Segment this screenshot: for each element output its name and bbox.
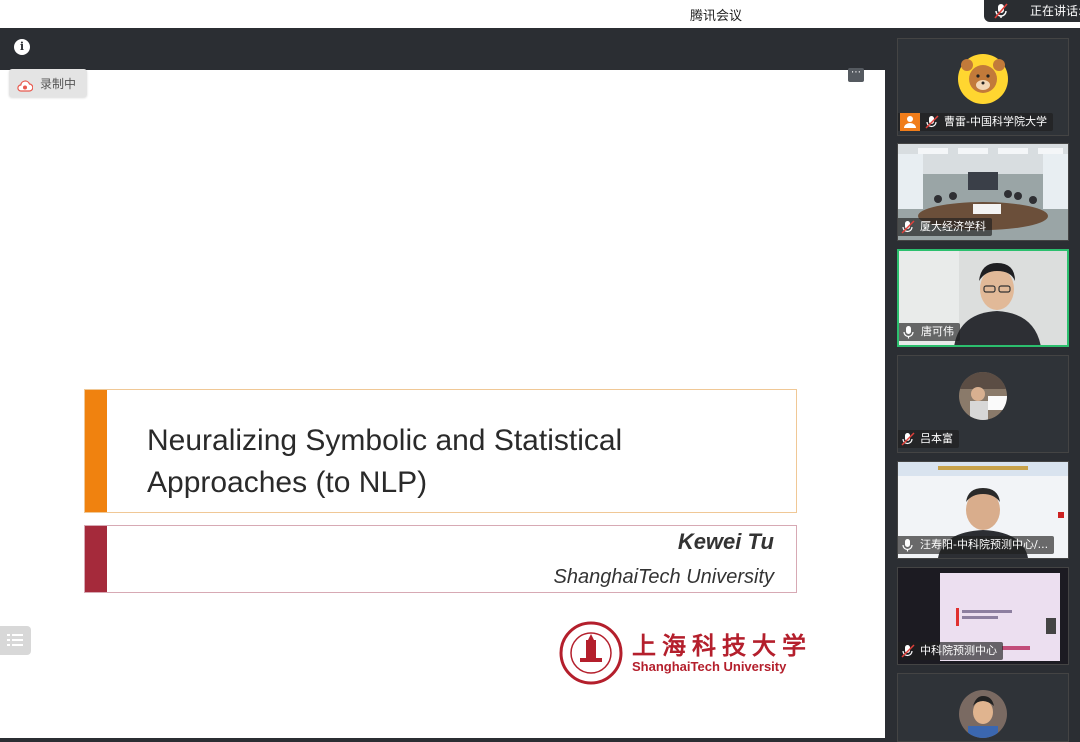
participant-namebar: 厦大经济学科 <box>898 218 992 236</box>
title-bar: 腾讯会议 正在讲话: <box>0 0 1080 28</box>
logo-english-name: ShanghaiTech University <box>632 659 787 674</box>
participant-name: 吕本富 <box>920 432 953 445</box>
more-options-button[interactable]: ⋯ <box>848 68 864 82</box>
participant-tile[interactable]: 曹雷-中国科学院大学 <box>897 38 1069 136</box>
participant-namebar: 中科院预测中心 <box>898 642 1003 660</box>
slide-title: Neuralizing Symbolic and Statistical App… <box>147 420 747 504</box>
recording-label: 录制中 <box>40 77 77 91</box>
participant-namebar: 吕本富 <box>898 430 959 448</box>
muted-mic-icon <box>925 115 939 129</box>
participant-tile[interactable] <box>897 673 1069 742</box>
slide-title-box: Neuralizing Symbolic and Statistical App… <box>84 389 797 513</box>
participant-name: 中科院预测中心 <box>920 644 997 657</box>
app-title: 腾讯会议 <box>690 9 743 24</box>
slide-author: Kewei Tu <box>677 529 774 554</box>
participant-tile[interactable]: 汪寿阳-中科院预测中心/... <box>897 461 1069 559</box>
participant-tile[interactable]: 吕本富 <box>897 355 1069 453</box>
list-icon <box>7 634 23 646</box>
cloud-record-icon <box>17 77 34 96</box>
slide-title-line1: Neuralizing Symbolic and Statistical <box>147 424 623 457</box>
slide-title-line2: Approaches (to NLP) <box>147 466 428 499</box>
participant-namebar: 曹雷-中国科学院大学 <box>898 113 1053 131</box>
speaking-label: 正在讲话: <box>1030 4 1080 18</box>
logo-chinese-name: 上海科技大学 <box>632 632 812 660</box>
participant-tile[interactable]: 中科院预测中心 <box>897 567 1069 665</box>
recording-badge[interactable]: 录制中 <box>9 69 87 97</box>
participant-name: 厦大经济学科 <box>920 220 986 233</box>
participant-sidebar: 曹雷-中国科学院大学 厦大经济学科 唐可伟 吕本富 汪寿阳-中科院预测中心/..… <box>885 28 1080 742</box>
author-accent-bar <box>85 526 107 592</box>
mic-icon <box>902 539 913 552</box>
share-toolbar: i <box>0 28 885 70</box>
participant-namebar: 汪寿阳-中科院预测中心/... <box>898 536 1055 554</box>
participant-tile[interactable]: 厦大经济学科 <box>897 143 1069 241</box>
mic-icon <box>903 326 914 339</box>
speaking-indicator[interactable]: 正在讲话: <box>984 0 1080 22</box>
slide-author-box: Kewei Tu ShanghaiTech University <box>84 525 797 593</box>
muted-mic-icon <box>901 432 915 446</box>
participant-tile-active[interactable]: 唐可伟 <box>897 249 1069 347</box>
participant-name: 曹雷-中国科学院大学 <box>944 115 1047 128</box>
muted-mic-icon <box>901 220 915 234</box>
info-icon[interactable]: i <box>14 39 30 55</box>
host-badge-icon <box>900 113 920 131</box>
bottom-border <box>0 738 885 742</box>
university-seal-icon <box>559 621 623 685</box>
ellipsis-icon: ⋯ <box>851 67 861 78</box>
muted-mic-icon <box>994 3 1008 22</box>
young-man-avatar <box>959 690 1007 738</box>
muted-mic-icon <box>901 644 915 658</box>
list-toggle-button[interactable] <box>0 626 31 655</box>
participant-name: 唐可伟 <box>921 325 954 338</box>
shared-slide: Neuralizing Symbolic and Statistical App… <box>0 70 885 738</box>
participant-namebar: 唐可伟 <box>899 323 960 341</box>
slide-affiliation: ShanghaiTech University <box>553 566 775 588</box>
shanghaitech-logo: 上海科技大学 ShanghaiTech University <box>558 620 806 686</box>
participant-name: 汪寿阳-中科院预测中心/... <box>920 538 1049 551</box>
title-accent-bar <box>85 390 107 512</box>
